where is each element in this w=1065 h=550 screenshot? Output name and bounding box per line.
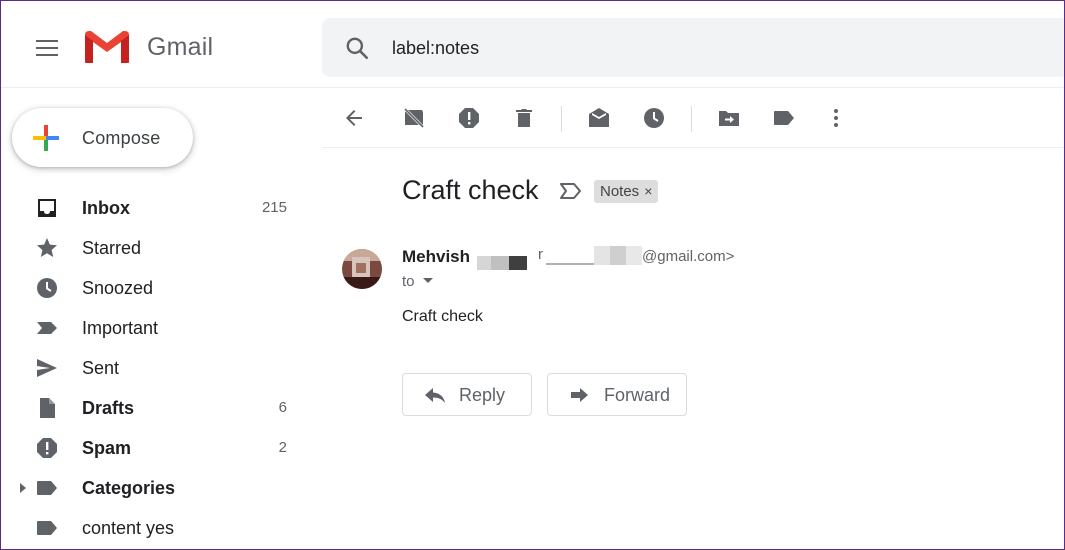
- sidebar-item-categories[interactable]: Categories: [1, 468, 301, 508]
- forward-label: Forward: [604, 385, 671, 405]
- search-bar[interactable]: [322, 18, 1064, 77]
- recipient-toggle[interactable]: to: [402, 273, 415, 290]
- spam-icon: [37, 438, 57, 458]
- chevron-down-icon[interactable]: [422, 277, 434, 285]
- inbox-icon: [38, 199, 56, 217]
- label-chip-text: Notes: [600, 183, 640, 200]
- labels-icon[interactable]: [772, 106, 796, 130]
- reply-icon: [425, 388, 445, 403]
- sidebar-item-label: Inbox: [82, 198, 130, 218]
- important-marker-icon[interactable]: [559, 181, 583, 201]
- compose-button[interactable]: Compose: [12, 108, 193, 167]
- message-toolbar: [322, 88, 1064, 148]
- draft-icon: [40, 398, 55, 418]
- label-icon: [37, 481, 57, 495]
- snooze-icon[interactable]: [642, 106, 666, 130]
- expand-arrow-icon[interactable]: [18, 481, 28, 495]
- spam-count: 2: [278, 439, 287, 456]
- mark-unread-icon[interactable]: [587, 106, 611, 130]
- message-body: Craft check: [402, 308, 483, 325]
- search-icon[interactable]: [344, 35, 370, 61]
- remove-label-icon[interactable]: ×: [644, 183, 652, 199]
- send-icon: [37, 359, 57, 377]
- draft-count: 6: [278, 399, 287, 416]
- sidebar-item-snoozed[interactable]: Snoozed: [1, 268, 301, 308]
- sidebar-item-label: Drafts: [82, 398, 135, 418]
- top-header: Gmail: [1, 1, 1064, 88]
- sidebar-item-spam[interactable]: Spam 2: [1, 428, 301, 468]
- report-spam-icon[interactable]: [457, 106, 481, 130]
- back-arrow-icon[interactable]: [342, 106, 366, 130]
- clock-icon: [37, 278, 57, 298]
- avatar-photo: [342, 249, 382, 289]
- sender-name: Mehvish: [402, 247, 471, 266]
- archive-icon[interactable]: [402, 106, 426, 130]
- forward-icon: [571, 388, 588, 402]
- label-chip-notes: Notes ×: [594, 180, 659, 203]
- move-to-icon[interactable]: [717, 106, 741, 130]
- sidebar-item-label: Important: [82, 318, 159, 338]
- reply-button[interactable]: Reply: [402, 373, 532, 416]
- sidebar-item-label: Categories: [82, 478, 176, 498]
- redacted-email: [546, 246, 642, 265]
- sidebar-item-inbox[interactable]: Inbox 215: [1, 188, 301, 228]
- sidebar-item-label: Starred: [82, 238, 142, 258]
- sidebar-item-label: content yes: [82, 518, 175, 538]
- sidebar-item-content-yes[interactable]: content yes: [1, 508, 301, 548]
- toolbar-divider: [561, 106, 562, 132]
- unread-count: 215: [261, 199, 287, 216]
- sidebar-item-label: Sent: [82, 358, 120, 378]
- more-vert-icon[interactable]: [824, 106, 848, 130]
- important-icon: [37, 322, 57, 334]
- label-icon: [37, 521, 57, 535]
- plus-icon: [33, 125, 59, 151]
- reply-label: Reply: [459, 385, 506, 405]
- compose-label: Compose: [82, 128, 161, 148]
- forward-button[interactable]: Forward: [547, 373, 687, 416]
- sidebar-item-sent[interactable]: Sent: [1, 348, 301, 388]
- sidebar-item-important[interactable]: Important: [1, 308, 301, 348]
- star-icon: [37, 238, 57, 257]
- toolbar-divider: [691, 106, 692, 132]
- search-input[interactable]: [392, 36, 992, 60]
- redacted-surname: [477, 256, 527, 270]
- gmail-window: Gmail Compose Inbox 215 Starred: [0, 0, 1065, 550]
- sender-email-prefix: r: [538, 246, 543, 263]
- hamburger-icon[interactable]: [33, 37, 59, 57]
- delete-icon[interactable]: [512, 106, 536, 130]
- gmail-logo-text[interactable]: Gmail: [147, 33, 213, 62]
- sidebar-item-label: Snoozed: [82, 278, 154, 298]
- sender-email: @gmail.com>: [642, 248, 735, 265]
- gmail-m-logo[interactable]: [83, 29, 131, 65]
- sidebar-item-starred[interactable]: Starred: [1, 228, 301, 268]
- sidebar-item-label: Spam: [82, 438, 132, 458]
- avatar[interactable]: [342, 249, 382, 289]
- sidebar-item-drafts[interactable]: Drafts 6: [1, 388, 301, 428]
- message-subject: Craft check: [402, 175, 539, 205]
